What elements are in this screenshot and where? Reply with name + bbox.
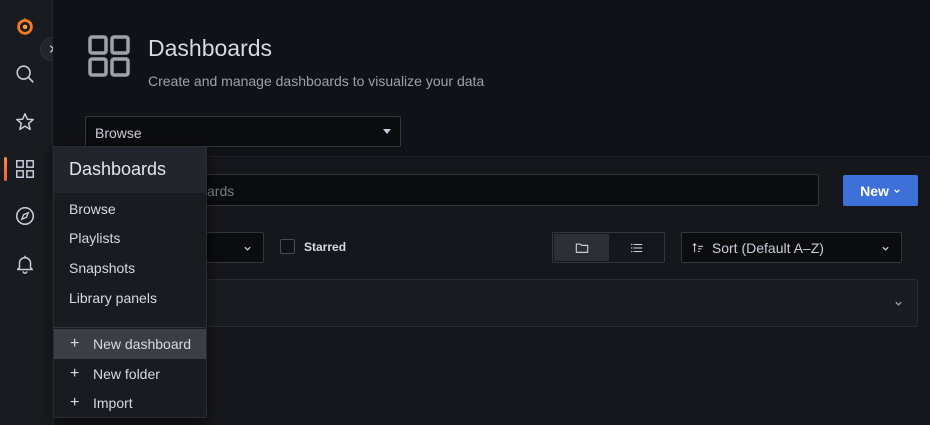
menu-item-label: New folder (93, 366, 160, 382)
plus-icon: + (70, 394, 80, 411)
plus-icon: + (70, 335, 80, 352)
plus-icon: + (70, 365, 80, 382)
bell-icon[interactable] (0, 244, 50, 284)
list-icon (630, 243, 642, 252)
sort-select[interactable]: Sort (Default A–Z) (681, 232, 902, 263)
star-icon[interactable] (0, 102, 50, 142)
chevron-down-icon (882, 246, 889, 251)
new-button[interactable]: New (843, 175, 918, 206)
menu-item-label: Import (93, 395, 133, 411)
sort-label: Sort (Default A–Z) (711, 240, 824, 256)
menu-item-new-folder[interactable]: + New folder (54, 359, 206, 389)
compass-icon[interactable] (0, 196, 50, 236)
chevron-down-icon (895, 301, 902, 306)
layout-toggle (552, 232, 665, 263)
page-title: Dashboards (148, 35, 273, 61)
dashboards-page-icon (88, 35, 130, 77)
view-select-value: Browse (95, 125, 142, 141)
view-select[interactable]: Browse (85, 116, 401, 147)
starred-label: Starred (304, 240, 347, 254)
sort-icon (692, 242, 704, 253)
general-folder-row[interactable] (85, 279, 918, 327)
search-icon[interactable] (0, 54, 50, 94)
menu-item-snapshots[interactable]: Snapshots (69, 260, 135, 276)
folder-view-button[interactable] (554, 234, 609, 261)
chevron-down-icon (894, 188, 900, 193)
sidebar (0, 0, 64, 425)
menu-item-label: New dashboard (93, 336, 192, 352)
chevron-down-icon (244, 246, 251, 251)
menu-item-browse[interactable]: Browse (69, 201, 116, 217)
menu-item-new-dashboard[interactable]: + New dashboard (54, 329, 206, 359)
folder-icon (575, 242, 588, 253)
starred-checkbox[interactable] (280, 239, 295, 254)
list-view-button[interactable] (609, 234, 664, 261)
menu-item-import[interactable]: + Import (54, 388, 206, 418)
flyout-title[interactable]: Dashboards (54, 147, 206, 193)
menu-divider (54, 327, 206, 328)
caret-down-icon (383, 129, 391, 134)
new-button-label: New (860, 182, 889, 199)
dashboards-flyout-menu: Dashboards Browse Playlists Snapshots Li… (53, 146, 207, 418)
menu-item-library-panels[interactable]: Library panels (69, 290, 157, 306)
menu-item-playlists[interactable]: Playlists (69, 230, 120, 246)
page-header: Dashboards Create and manage dashboards … (53, 0, 930, 157)
page-subtitle: Create and manage dashboards to visualiz… (148, 73, 485, 89)
dashboards-grid-icon[interactable] (0, 149, 50, 189)
search-placeholder: ards (207, 183, 235, 199)
